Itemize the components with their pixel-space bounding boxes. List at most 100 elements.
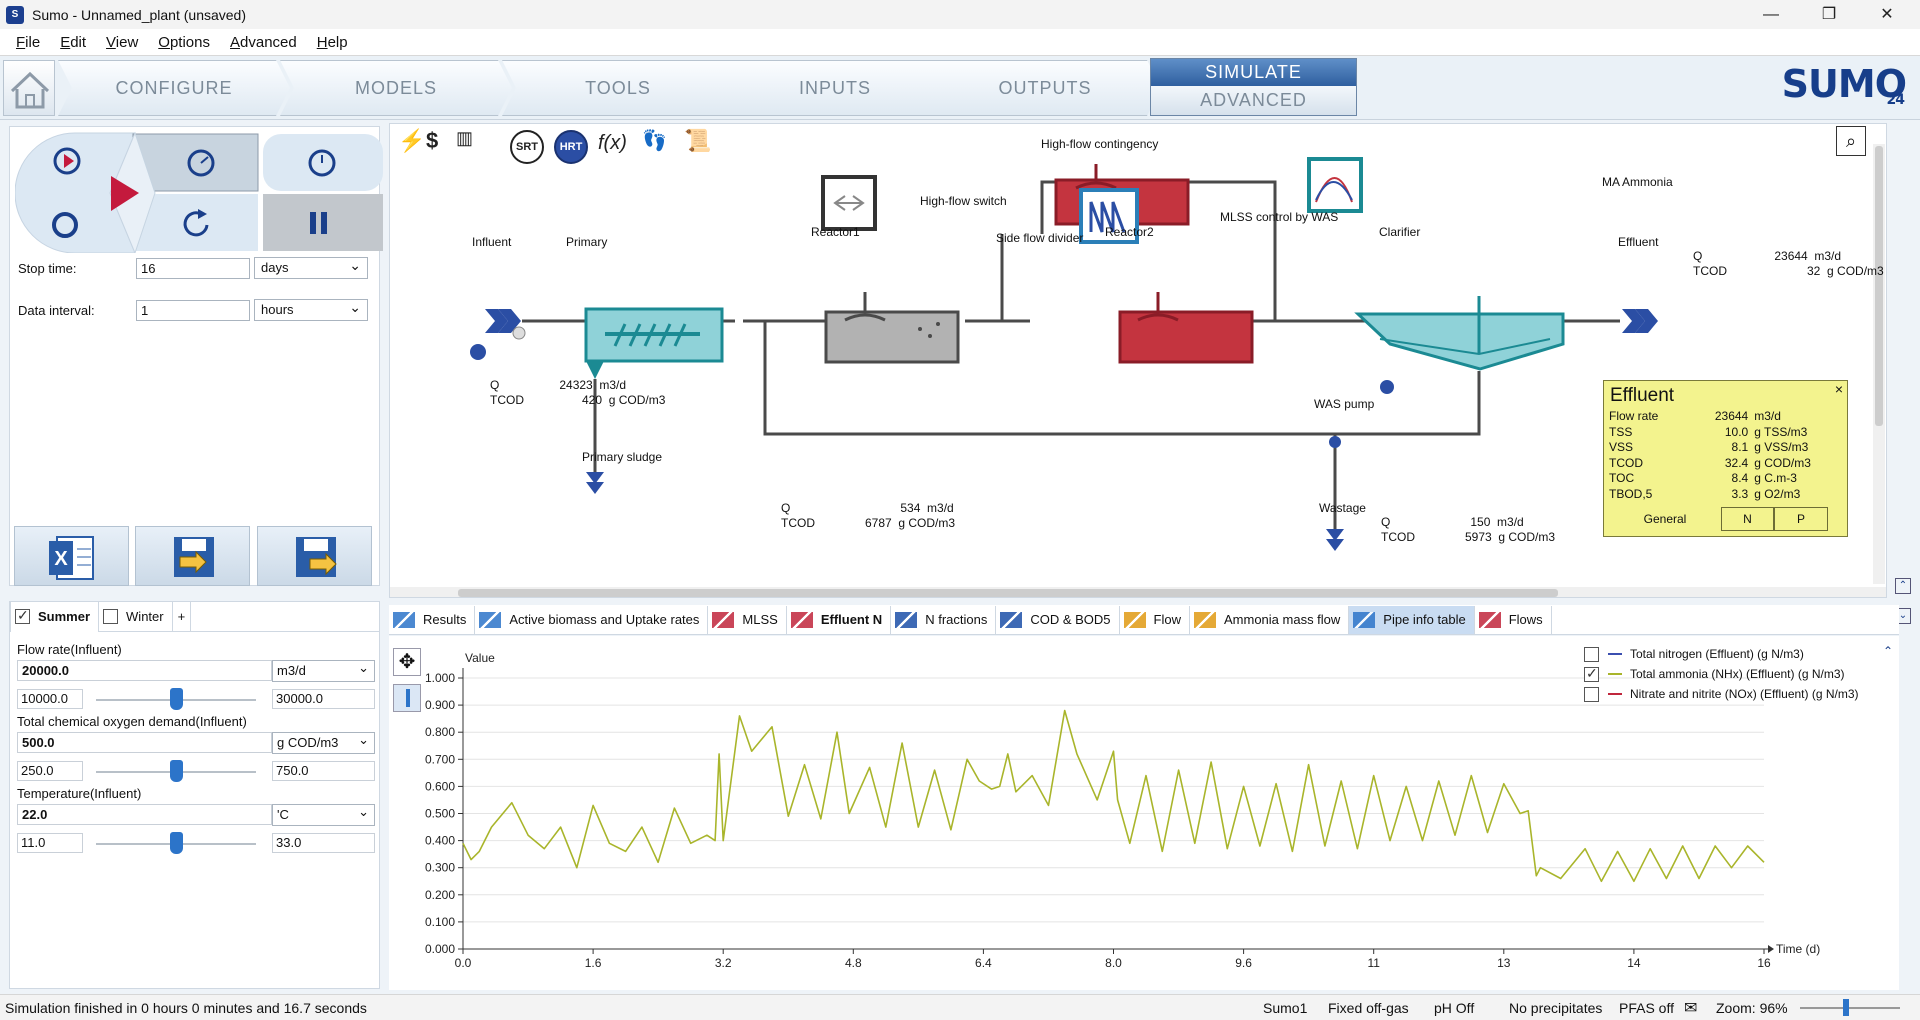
flowsheet-v-scrollbar[interactable] bbox=[1875, 146, 1883, 426]
effluent-unit[interactable] bbox=[1622, 309, 1658, 333]
param-min-input[interactable]: 250.0 bbox=[17, 761, 83, 781]
primary-sludge-unit[interactable] bbox=[586, 472, 604, 494]
stream-q-label: Q bbox=[1693, 249, 1703, 263]
save-as-button[interactable] bbox=[257, 526, 372, 586]
legend-collapse-icon[interactable]: ⌃ bbox=[1883, 644, 1893, 658]
flowsheet-h-scrollbar[interactable] bbox=[458, 589, 1558, 597]
data-interval-input[interactable]: 1 bbox=[136, 299, 250, 321]
tab-outputs[interactable]: OUTPUTS bbox=[929, 60, 1161, 116]
effluent-tab-general[interactable]: General bbox=[1609, 507, 1721, 531]
stream-tcod-value: 420 bbox=[582, 393, 603, 407]
menu-help[interactable]: Help bbox=[317, 34, 348, 51]
influent-unit[interactable] bbox=[470, 309, 526, 360]
menu-view[interactable]: View bbox=[106, 34, 138, 51]
output-tab-effluent-n[interactable]: Effluent N bbox=[787, 605, 892, 634]
param-value-input[interactable]: 20000.0 bbox=[17, 660, 272, 681]
reactor2-unit[interactable] bbox=[1118, 292, 1254, 364]
tab-winter[interactable]: Winter bbox=[99, 601, 173, 632]
zoom-slider-thumb[interactable] bbox=[1843, 999, 1849, 1016]
add-scenario-button[interactable]: + bbox=[173, 601, 192, 632]
window-title: Sumo - Unnamed_plant (unsaved) bbox=[32, 6, 247, 23]
label-side-flow-divider: Side flow divider bbox=[996, 231, 1084, 245]
export-excel-button[interactable]: X bbox=[14, 526, 129, 586]
effluent-box-close-button[interactable]: × bbox=[1835, 381, 1843, 397]
legend-item[interactable]: Nitrate and nitrite (NOx) (Effluent) (g … bbox=[1584, 684, 1884, 704]
stop-time-input[interactable]: 16 bbox=[136, 257, 250, 279]
winter-checkbox[interactable] bbox=[103, 609, 119, 624]
output-tab-results[interactable]: Results bbox=[389, 605, 476, 634]
param-max-input[interactable]: 750.0 bbox=[272, 761, 375, 781]
legend-item[interactable]: Total nitrogen (Effluent) (g N/m3) bbox=[1584, 644, 1884, 664]
legend-checkbox[interactable] bbox=[1584, 686, 1599, 702]
status-pfas[interactable]: PFAS off bbox=[1619, 1000, 1674, 1016]
param-slider-thumb[interactable] bbox=[170, 832, 183, 854]
wastage-unit[interactable] bbox=[1326, 529, 1344, 551]
param-unit-select[interactable]: 'C bbox=[272, 802, 375, 826]
param-slider-thumb[interactable] bbox=[170, 688, 183, 710]
param-max-input[interactable]: 33.0 bbox=[272, 833, 375, 853]
status-precipitates[interactable]: No precipitates bbox=[1509, 1000, 1602, 1016]
menu-advanced[interactable]: Advanced bbox=[230, 34, 297, 51]
stop-time-unit-select[interactable]: days bbox=[254, 255, 368, 279]
output-tab-flows[interactable]: Flows bbox=[1475, 605, 1552, 634]
clarifier-unit[interactable] bbox=[1354, 296, 1565, 394]
output-tab-pipe-info-table[interactable]: Pipe info table bbox=[1349, 605, 1475, 634]
advanced-label[interactable]: ADVANCED bbox=[1151, 86, 1356, 115]
output-tab-n-fractions[interactable]: N fractions bbox=[891, 605, 997, 634]
menu-options[interactable]: Options bbox=[158, 34, 210, 51]
pause-icon bbox=[310, 212, 316, 234]
save-state-button[interactable] bbox=[135, 526, 250, 586]
data-interval-unit-select[interactable]: hours bbox=[254, 297, 368, 321]
summer-checkbox[interactable] bbox=[15, 607, 30, 624]
tab-configure[interactable]: CONFIGURE bbox=[58, 60, 290, 116]
x-tick-label: 6.4 bbox=[975, 956, 992, 970]
close-button[interactable]: ✕ bbox=[1858, 0, 1916, 29]
output-tab-cod-bod5[interactable]: COD & BOD5 bbox=[996, 605, 1120, 634]
effluent-tab-p[interactable]: P bbox=[1774, 507, 1828, 531]
tab-tools[interactable]: TOOLS bbox=[502, 60, 734, 116]
menu-edit[interactable]: Edit bbox=[60, 34, 86, 51]
tab-simulate[interactable]: SIMULATE ADVANCED bbox=[1150, 58, 1357, 116]
stream-effluent: Q 23644 m3/d TCOD 32 g COD/m3 bbox=[1693, 249, 1884, 279]
param-min-input[interactable]: 10000.0 bbox=[17, 689, 83, 709]
y-axis-label: Value bbox=[465, 651, 495, 665]
status-ph[interactable]: pH Off bbox=[1434, 1000, 1474, 1016]
legend-checkbox[interactable] bbox=[1584, 665, 1599, 682]
param-max-input[interactable]: 30000.0 bbox=[272, 689, 375, 709]
flowsheet-canvas[interactable]: ⚡ $ ▥ SRT HRT f(x) 👣 📜 ⌕ Influent Primar… bbox=[389, 123, 1887, 598]
mail-icon[interactable]: ✉ bbox=[1684, 998, 1697, 1018]
y-tick-label: 1.000 bbox=[425, 671, 455, 685]
minimize-button[interactable]: — bbox=[1742, 0, 1800, 29]
ma-ammonia-unit[interactable] bbox=[1307, 157, 1363, 213]
zoom-slider[interactable] bbox=[1800, 1007, 1900, 1009]
tab-summer[interactable]: Summer bbox=[10, 601, 100, 632]
collapse-up-icon[interactable]: ⌃ bbox=[1895, 578, 1911, 594]
param-value-input[interactable]: 22.0 bbox=[17, 804, 272, 825]
restore-button[interactable]: ❐ bbox=[1800, 0, 1858, 29]
reactor1-unit[interactable] bbox=[824, 292, 960, 364]
simulate-label[interactable]: SIMULATE bbox=[1151, 59, 1356, 86]
home-button[interactable] bbox=[3, 60, 55, 116]
effluent-row-label: TSS bbox=[1609, 424, 1633, 439]
output-tab-flow[interactable]: Flow bbox=[1120, 605, 1190, 634]
param-value-input[interactable]: 500.0 bbox=[17, 732, 272, 753]
output-tab-ammonia-mass-flow[interactable]: Ammonia mass flow bbox=[1190, 605, 1350, 634]
effluent-info-box[interactable]: Effluent × Flow rate 23644 m3/d TSS 10.0 g TS… bbox=[1603, 380, 1848, 537]
param-unit-select[interactable]: g COD/m3 bbox=[272, 730, 375, 754]
legend-checkbox[interactable] bbox=[1584, 646, 1599, 662]
was-pump-unit[interactable] bbox=[1329, 436, 1341, 448]
param-unit-select[interactable]: m3/d bbox=[272, 658, 375, 682]
status-model[interactable]: Sumo1 bbox=[1263, 1000, 1307, 1016]
effluent-tab-n[interactable]: N bbox=[1721, 507, 1774, 531]
param-min-input[interactable]: 11.0 bbox=[17, 833, 83, 853]
primary-clarifier-unit[interactable] bbox=[584, 307, 724, 379]
menu-file[interactable]: File bbox=[16, 34, 40, 51]
tab-inputs[interactable]: INPUTS bbox=[719, 60, 951, 116]
tab-models[interactable]: MODELS bbox=[280, 60, 512, 116]
param-slider-thumb[interactable] bbox=[170, 760, 183, 782]
output-tab-mlss[interactable]: MLSS bbox=[708, 605, 787, 634]
status-offgas[interactable]: Fixed off-gas bbox=[1328, 1000, 1409, 1016]
output-tab-active-biomass-and-uptake-rates[interactable]: Active biomass and Uptake rates bbox=[475, 605, 709, 634]
sankey-icon bbox=[1123, 611, 1146, 628]
legend-item[interactable]: Total ammonia (NHx) (Effluent) (g N/m3) bbox=[1584, 664, 1884, 684]
